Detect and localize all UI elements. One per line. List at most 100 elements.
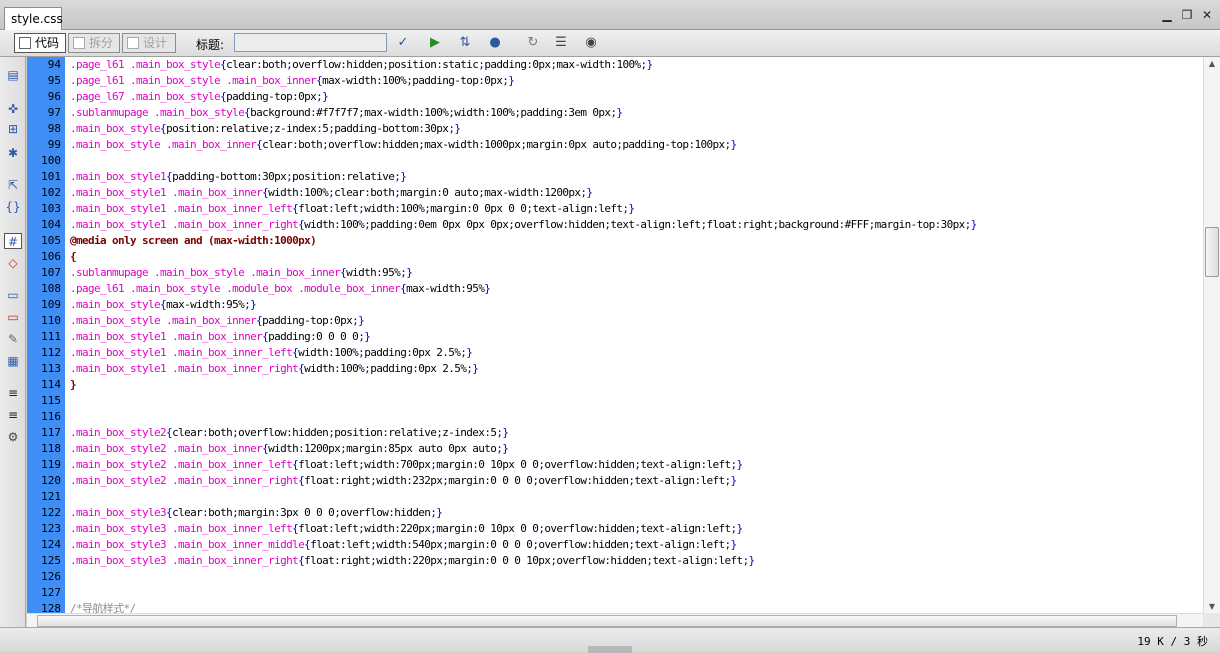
- line-number[interactable]: 123: [27, 521, 61, 537]
- browser-compat-icon[interactable]: ▶: [424, 34, 446, 52]
- code-view-button[interactable]: 代码: [14, 33, 66, 53]
- line-number[interactable]: 113: [27, 361, 61, 377]
- line-number[interactable]: 109: [27, 297, 61, 313]
- line-number[interactable]: 116: [27, 409, 61, 425]
- vertical-scrollbar[interactable]: ▲ ▼: [1203, 57, 1220, 613]
- collapse-selection-icon[interactable]: ⊞: [4, 121, 22, 137]
- code-line[interactable]: .main_box_style3 .main_box_inner_right{f…: [70, 553, 755, 569]
- line-number[interactable]: 126: [27, 569, 61, 585]
- remove-comment-icon[interactable]: ▭: [4, 309, 22, 325]
- code-line[interactable]: .main_box_style1 .main_box_inner{width:1…: [70, 185, 593, 201]
- code-line[interactable]: .main_box_style1 .main_box_inner{padding…: [70, 329, 371, 345]
- format-source-icon[interactable]: ⚙: [4, 429, 22, 445]
- code-line[interactable]: .main_box_style1 .main_box_inner_right{w…: [70, 217, 977, 233]
- line-number[interactable]: 128: [27, 601, 61, 613]
- code-line[interactable]: .page_l67 .main_box_style{padding-top:0p…: [70, 89, 329, 105]
- code-line[interactable]: @media only screen and (max-width:1000px…: [70, 233, 317, 249]
- scroll-up-icon[interactable]: ▲: [1204, 59, 1220, 68]
- line-number[interactable]: 119: [27, 457, 61, 473]
- line-number[interactable]: 98: [27, 121, 61, 137]
- line-number[interactable]: 99: [27, 137, 61, 153]
- code-line[interactable]: .sublanmupage .main_box_style{background…: [70, 105, 623, 121]
- wrap-tag-icon[interactable]: ✎: [4, 331, 22, 347]
- code-line[interactable]: .main_box_style1 .main_box_inner_right{w…: [70, 361, 479, 377]
- line-number[interactable]: 102: [27, 185, 61, 201]
- restore-icon[interactable]: ❐: [1180, 8, 1194, 22]
- visual-aids-icon[interactable]: ◉: [580, 34, 602, 52]
- code-line[interactable]: .main_box_style1 .main_box_inner_left{fl…: [70, 201, 635, 217]
- code-line[interactable]: .main_box_style .main_box_inner{padding-…: [70, 313, 365, 329]
- line-number[interactable]: 96: [27, 89, 61, 105]
- code-line[interactable]: .main_box_style{position:relative;z-inde…: [70, 121, 461, 137]
- code-line[interactable]: .main_box_style .main_box_inner{clear:bo…: [70, 137, 737, 153]
- line-number[interactable]: 120: [27, 473, 61, 489]
- line-number[interactable]: 108: [27, 281, 61, 297]
- line-number[interactable]: 117: [27, 425, 61, 441]
- code-line[interactable]: .main_box_style3 .main_box_inner_middle{…: [70, 537, 737, 553]
- line-number[interactable]: 115: [27, 393, 61, 409]
- validate-markup-icon[interactable]: ✓: [392, 34, 414, 52]
- line-number[interactable]: 100: [27, 153, 61, 169]
- scroll-down-icon[interactable]: ▼: [1204, 602, 1220, 611]
- line-number[interactable]: 105: [27, 233, 61, 249]
- line-number[interactable]: 127: [27, 585, 61, 601]
- code-line[interactable]: .main_box_style2{clear:both;overflow:hid…: [70, 425, 509, 441]
- line-number[interactable]: 107: [27, 265, 61, 281]
- line-number[interactable]: 110: [27, 313, 61, 329]
- code-line[interactable]: .main_box_style3 .main_box_inner_left{fl…: [70, 521, 743, 537]
- indent-code-icon[interactable]: ≡: [4, 385, 22, 401]
- code-editor[interactable]: .page_l61 .main_box_style{clear:both;ove…: [65, 57, 1203, 613]
- line-number[interactable]: 103: [27, 201, 61, 217]
- title-input[interactable]: [234, 33, 387, 52]
- document-tab[interactable]: style.css: [4, 7, 63, 30]
- code-line[interactable]: }: [70, 377, 77, 393]
- refresh-icon[interactable]: ↻: [522, 34, 544, 52]
- code-line[interactable]: .main_box_style1 .main_box_inner_left{wi…: [70, 345, 473, 361]
- open-documents-icon[interactable]: ▤: [4, 67, 22, 83]
- outdent-code-icon[interactable]: ≡: [4, 407, 22, 423]
- file-transfer-icon[interactable]: ⇅: [454, 34, 476, 52]
- line-number[interactable]: 114: [27, 377, 61, 393]
- line-number[interactable]: 104: [27, 217, 61, 233]
- line-number[interactable]: 112: [27, 345, 61, 361]
- line-number[interactable]: 95: [27, 73, 61, 89]
- code-line[interactable]: .page_l61 .main_box_style .main_box_inne…: [70, 73, 515, 89]
- line-number[interactable]: 101: [27, 169, 61, 185]
- code-line[interactable]: .main_box_style{max-width:95%;}: [70, 297, 257, 313]
- minimize-icon[interactable]: ▁: [1160, 8, 1174, 22]
- horizontal-scrollbar[interactable]: [27, 613, 1203, 627]
- code-line[interactable]: .main_box_style3{clear:both;margin:3px 0…: [70, 505, 443, 521]
- code-line[interactable]: {: [70, 249, 77, 265]
- line-number[interactable]: 111: [27, 329, 61, 345]
- apply-comment-icon[interactable]: ▭: [4, 287, 22, 303]
- line-numbers-icon[interactable]: #: [4, 233, 22, 249]
- code-line[interactable]: .main_box_style2 .main_box_inner_left{fl…: [70, 457, 743, 473]
- code-line[interactable]: .page_l61 .main_box_style{clear:both;ove…: [70, 57, 653, 73]
- code-line[interactable]: /*导航样式*/: [70, 601, 136, 613]
- collapse-full-tag-icon[interactable]: ✜: [4, 101, 22, 117]
- code-line[interactable]: .main_box_style1{padding-bottom:30px;pos…: [70, 169, 407, 185]
- recent-snippets-icon[interactable]: ▦: [4, 353, 22, 369]
- line-number[interactable]: 94: [27, 57, 61, 73]
- balance-braces-icon[interactable]: {}: [4, 199, 22, 215]
- vertical-scroll-thumb[interactable]: [1205, 227, 1219, 277]
- horizontal-scroll-thumb[interactable]: [37, 615, 1177, 627]
- expand-all-icon[interactable]: ✱: [4, 145, 22, 161]
- view-options-icon[interactable]: ☰: [550, 34, 572, 52]
- line-number[interactable]: 122: [27, 505, 61, 521]
- code-line[interactable]: .page_l61 .main_box_style .module_box .m…: [70, 281, 491, 297]
- code-line[interactable]: .sublanmupage .main_box_style .main_box_…: [70, 265, 413, 281]
- code-line[interactable]: .main_box_style2 .main_box_inner{width:1…: [70, 441, 509, 457]
- design-view-button[interactable]: 设计: [122, 33, 176, 53]
- close-icon[interactable]: ✕: [1200, 8, 1214, 22]
- split-view-button[interactable]: 拆分: [68, 33, 120, 53]
- line-number[interactable]: 124: [27, 537, 61, 553]
- line-number[interactable]: 125: [27, 553, 61, 569]
- line-number[interactable]: 97: [27, 105, 61, 121]
- select-parent-tag-icon[interactable]: ⇱: [4, 177, 22, 193]
- line-number[interactable]: 118: [27, 441, 61, 457]
- code-line[interactable]: .main_box_style2 .main_box_inner_right{f…: [70, 473, 737, 489]
- line-number[interactable]: 121: [27, 489, 61, 505]
- highlight-invalid-code-icon[interactable]: ◇: [4, 255, 22, 271]
- preview-browser-icon[interactable]: ●: [484, 34, 506, 52]
